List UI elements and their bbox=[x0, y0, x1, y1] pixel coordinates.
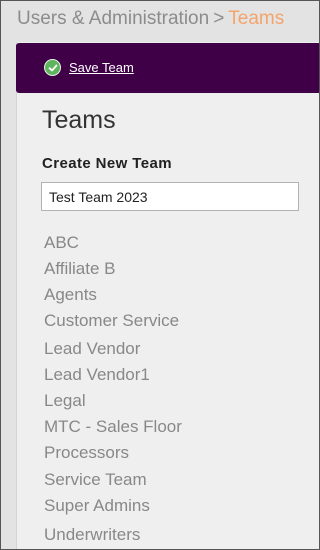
save-team-button[interactable]: Save Team bbox=[44, 59, 134, 76]
breadcrumb-parent[interactable]: Users & Administration bbox=[17, 8, 209, 29]
breadcrumb-separator: > bbox=[213, 8, 225, 29]
team-list-item[interactable]: Service Team bbox=[44, 470, 147, 490]
team-list-item[interactable]: Customer Service bbox=[44, 311, 179, 331]
page-title: Teams bbox=[42, 106, 116, 134]
team-list-item[interactable]: ABC bbox=[44, 233, 79, 253]
breadcrumb-current: Teams bbox=[228, 8, 285, 29]
team-list-item[interactable]: Affiliate B bbox=[44, 259, 116, 279]
check-circle-icon bbox=[44, 59, 61, 76]
team-list-item[interactable]: Lead Vendor bbox=[44, 339, 140, 359]
toolbar: Save Team bbox=[16, 43, 320, 93]
team-list-item[interactable]: Legal bbox=[44, 391, 86, 411]
team-list-item[interactable]: Underwriters bbox=[44, 525, 140, 545]
team-list-item[interactable]: MTC - Sales Floor bbox=[44, 417, 182, 437]
team-list-item[interactable]: Agents bbox=[44, 285, 97, 305]
team-list-item[interactable]: Lead Vendor1 bbox=[44, 365, 150, 385]
team-list-item[interactable]: Processors bbox=[44, 443, 129, 463]
save-team-label: Save Team bbox=[69, 60, 134, 75]
create-team-label: Create New Team bbox=[42, 155, 172, 172]
team-name-input[interactable] bbox=[41, 182, 299, 211]
breadcrumb: Users & Administration > Teams bbox=[17, 8, 284, 30]
team-list-item[interactable]: Super Admins bbox=[44, 496, 150, 516]
